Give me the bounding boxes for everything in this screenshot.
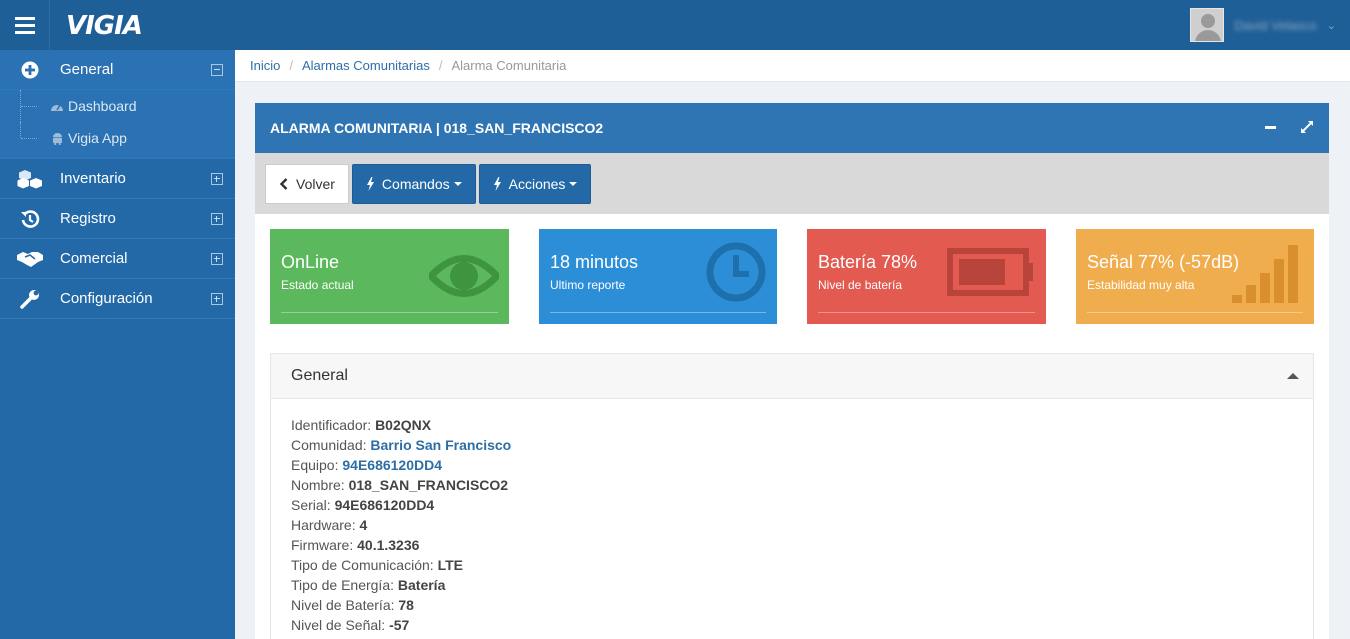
- panel-header: ALARMA COMUNITARIA | 018_SAN_FRANCISCO2: [255, 103, 1329, 153]
- breadcrumb-separator: /: [289, 58, 293, 73]
- expand-icon[interactable]: [211, 292, 223, 305]
- minimize-icon[interactable]: [1263, 119, 1279, 135]
- detail-row: Nombre: 018_SAN_FRANCISCO2: [291, 477, 509, 493]
- section-title: General: [291, 367, 348, 384]
- status-value: OnLine: [281, 252, 340, 272]
- eye-icon: [426, 241, 502, 316]
- signal-label: Estabilidad muy alta: [1087, 278, 1195, 292]
- sidebar-item-label: Registro: [60, 210, 116, 227]
- plus-circle-icon: [0, 61, 60, 79]
- detail-row: Serial: 94E686120DD4: [291, 497, 435, 513]
- panel-toolbar: Volver Comandos Acciones: [255, 153, 1329, 214]
- sidebar-item-inventario[interactable]: Inventario: [0, 159, 235, 199]
- sidebar-item-dashboard[interactable]: Dashboard: [0, 90, 235, 122]
- status-label: Estado actual: [281, 278, 354, 292]
- device-details: Identificador: B02QNX Comunidad: Barrio …: [271, 399, 1313, 635]
- community-link[interactable]: Barrio San Francisco: [370, 437, 511, 453]
- sidebar-item-label: Vigia App: [68, 130, 127, 146]
- sidebar-item-vigia-app[interactable]: Vigia App: [0, 122, 235, 154]
- last-report-label: Ultimo reporte: [550, 278, 626, 292]
- panel-title: ALARMA COMUNITARIA | 018_SAN_FRANCISCO2: [270, 120, 604, 136]
- general-section: General Identificador: B02QNX Comunidad:…: [270, 353, 1314, 639]
- sidebar-item-label: Dashboard: [68, 98, 137, 114]
- sidebar: General Dashboard Vigia App Inventario R…: [0, 50, 235, 639]
- caret-up-icon[interactable]: [1287, 373, 1299, 379]
- detail-row: Comunidad: Barrio San Francisco: [291, 437, 512, 453]
- breadcrumb-link-inicio[interactable]: Inicio: [250, 58, 280, 73]
- top-navbar: VIGIA David Velasco ⌄: [0, 0, 1350, 50]
- alarm-panel: ALARMA COMUNITARIA | 018_SAN_FRANCISCO2 …: [255, 103, 1329, 639]
- cubes-icon: [0, 169, 60, 189]
- sidebar-item-label: Configuración: [60, 290, 153, 307]
- detail-row: Firmware: 40.1.3236: [291, 537, 420, 553]
- hamburger-icon: [14, 16, 35, 34]
- battery-value: Batería 78%: [818, 252, 918, 272]
- expand-icon[interactable]: [211, 212, 223, 225]
- sidebar-item-label: Comercial: [60, 250, 128, 267]
- app-logo[interactable]: VIGIA: [66, 11, 143, 41]
- breadcrumb-link-alarmas[interactable]: Alarmas Comunitarias: [302, 58, 430, 73]
- detail-row: Equipo: 94E686120DD4: [291, 457, 443, 473]
- expand-icon[interactable]: [211, 172, 223, 185]
- breadcrumb-separator: /: [438, 58, 443, 73]
- battery-tile: Batería 78% Nivel de batería: [807, 229, 1046, 324]
- detail-row: Identificador: B02QNX: [291, 417, 432, 433]
- signal-value: Señal 77% (-57dB): [1087, 252, 1240, 272]
- caret-down-icon: [569, 181, 578, 186]
- bolt-icon: [366, 176, 375, 191]
- detail-row: Nivel de Batería: 78: [291, 597, 414, 613]
- dashboard-icon: [50, 99, 64, 113]
- last-report-tile: 18 minutos Ultimo reporte: [539, 229, 777, 324]
- device-link[interactable]: 94E686120DD4: [342, 457, 442, 473]
- clock-icon: [705, 241, 767, 308]
- fullscreen-icon[interactable]: [1299, 119, 1315, 135]
- history-icon: [0, 209, 60, 229]
- user-menu[interactable]: David Velasco ⌄: [1190, 8, 1336, 42]
- chevron-left-icon: [279, 177, 289, 190]
- battery-icon: [946, 241, 1036, 306]
- sidebar-item-general[interactable]: General: [0, 50, 235, 90]
- detail-row: Tipo de Comunicación: LTE: [291, 557, 463, 573]
- back-button[interactable]: Volver: [265, 163, 349, 204]
- detail-row: Hardware: 4: [291, 517, 368, 533]
- android-icon: [50, 131, 64, 145]
- expand-icon[interactable]: [211, 252, 223, 265]
- battery-label: Nivel de batería: [818, 278, 903, 292]
- detail-row: Tipo de Energía: Batería: [291, 577, 446, 593]
- last-report-value: 18 minutos: [550, 252, 639, 272]
- sidebar-item-registro[interactable]: Registro: [0, 199, 235, 239]
- signal-icon: [1230, 243, 1304, 310]
- breadcrumb-current: Alarma Comunitaria: [451, 58, 567, 73]
- user-name: David Velasco: [1234, 17, 1317, 33]
- actions-dropdown-button[interactable]: Acciones: [478, 163, 592, 204]
- bolt-icon: [493, 176, 502, 191]
- detail-row: Nivel de Señal: -57: [291, 617, 410, 633]
- sidebar-item-configuracion[interactable]: Configuración: [0, 279, 235, 319]
- signal-tile: Señal 77% (-57dB) Estabilidad muy alta: [1076, 229, 1314, 324]
- caret-down-icon: [453, 181, 462, 186]
- sidebar-submenu-general: Dashboard Vigia App: [0, 90, 235, 159]
- collapse-icon[interactable]: [211, 63, 223, 76]
- status-tile: OnLine Estado actual: [270, 229, 509, 324]
- commands-dropdown-button[interactable]: Comandos: [351, 163, 476, 204]
- chevron-down-icon: ⌄: [1326, 19, 1336, 32]
- avatar: [1190, 8, 1225, 42]
- sidebar-item-label: General: [60, 61, 114, 78]
- handshake-icon: [0, 250, 60, 268]
- general-section-header[interactable]: General: [271, 354, 1313, 399]
- wrench-icon: [0, 289, 60, 309]
- sidebar-item-comercial[interactable]: Comercial: [0, 239, 235, 279]
- sidebar-item-label: Inventario: [60, 170, 126, 187]
- menu-toggle-button[interactable]: [0, 0, 50, 50]
- breadcrumb: Inicio / Alarmas Comunitarias / Alarma C…: [235, 50, 1350, 82]
